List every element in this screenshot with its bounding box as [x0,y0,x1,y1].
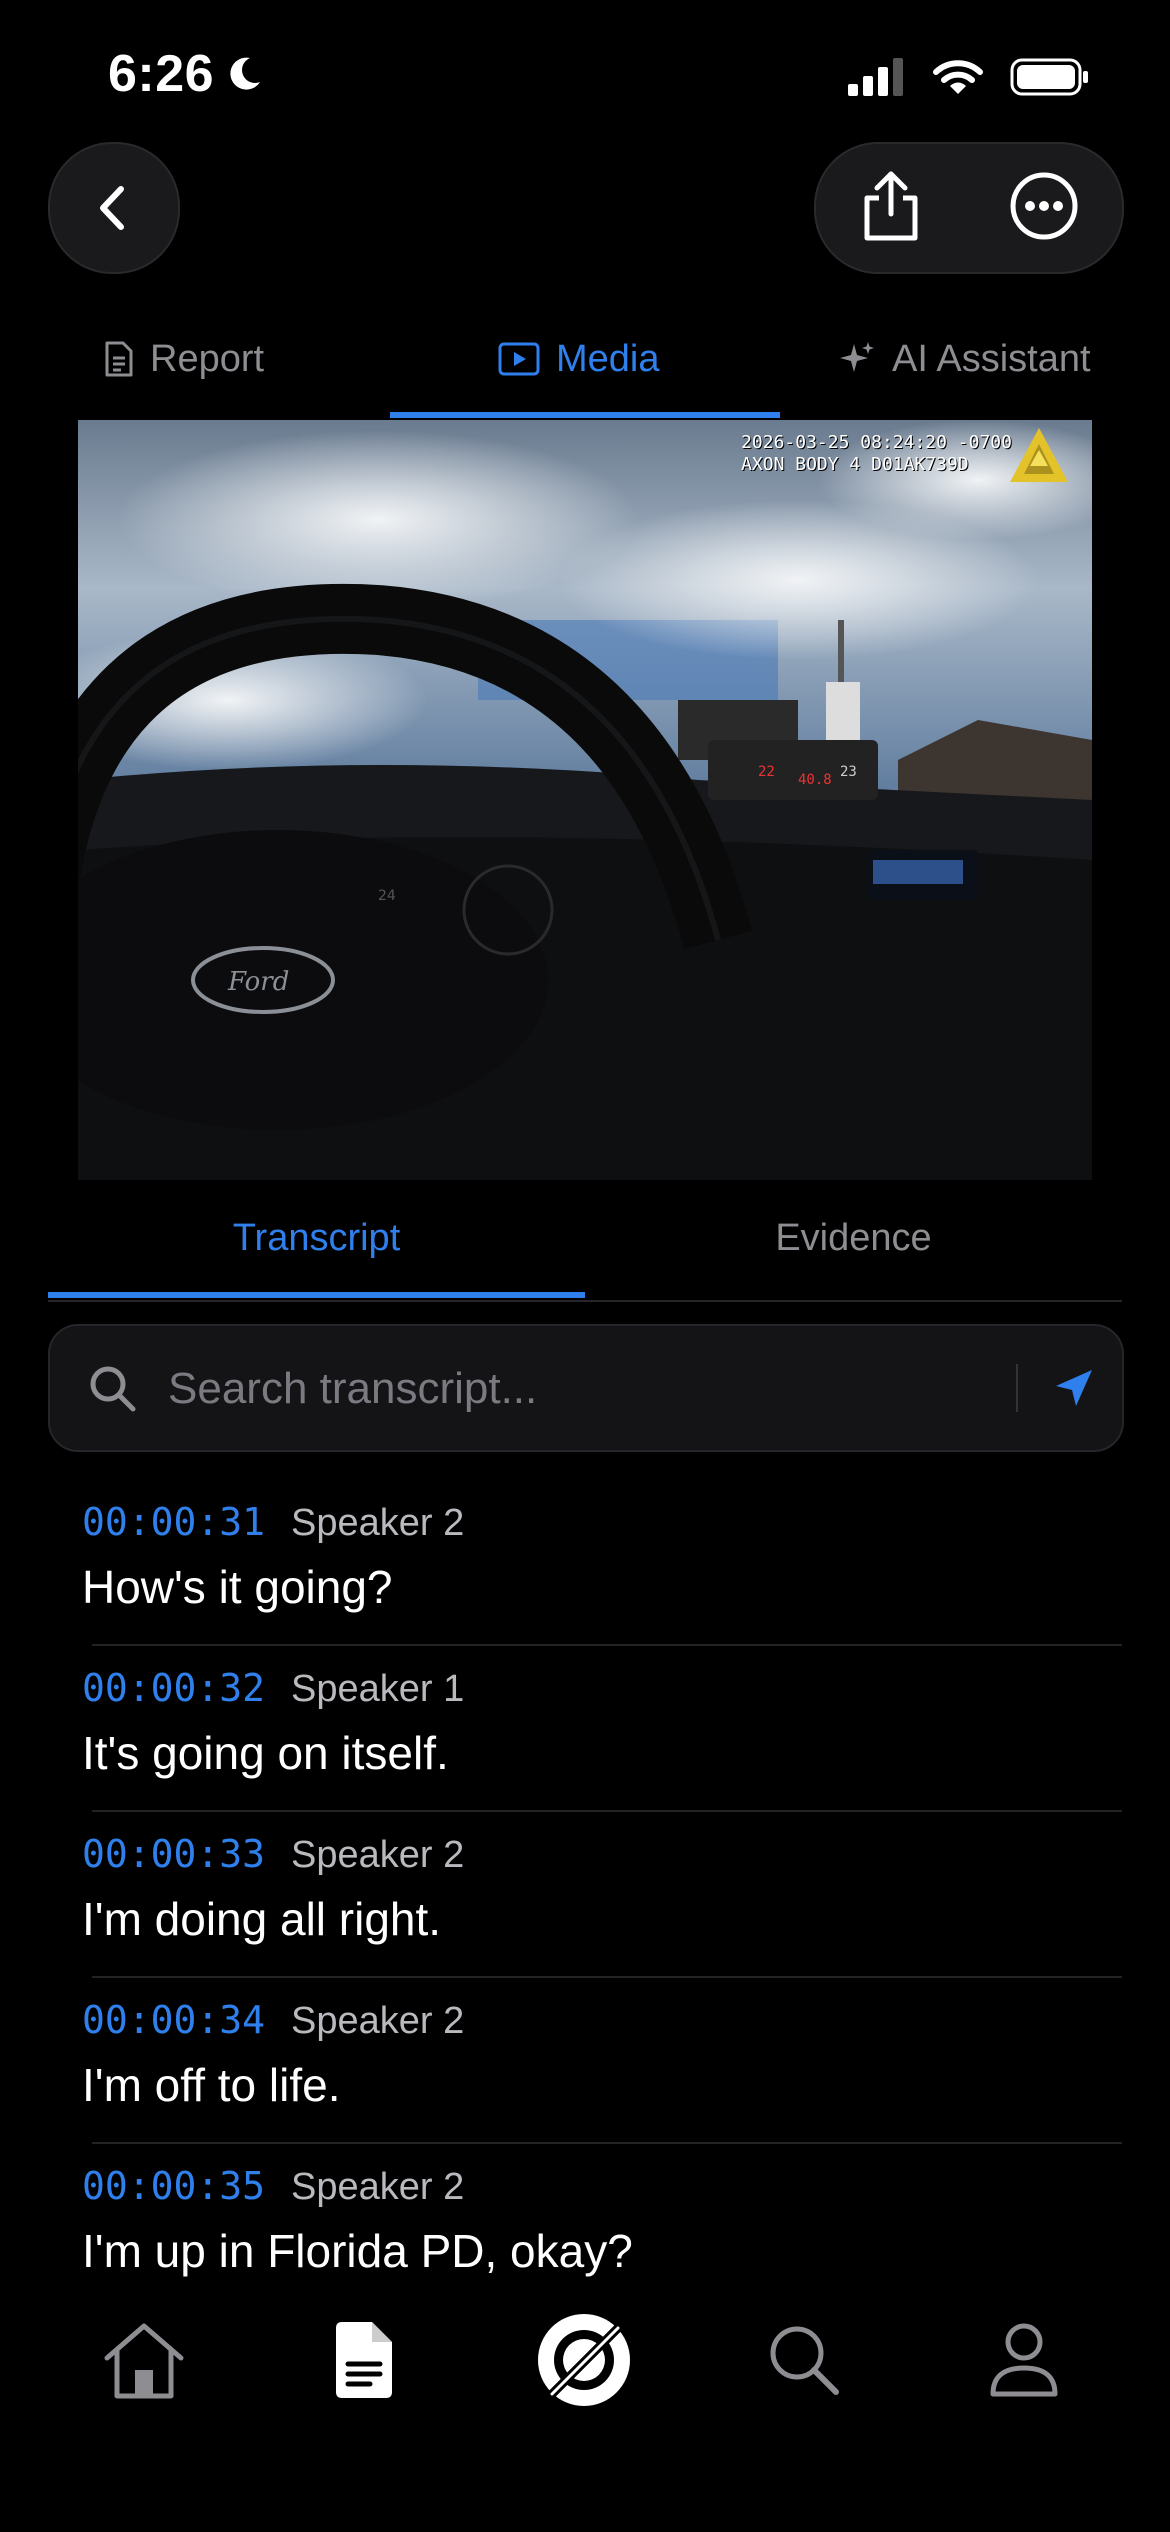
nav-reports[interactable] [304,2300,424,2420]
video-scene: 22 40.8 23 Ford 24 [78,420,1092,1180]
transcript-entry[interactable]: 00:00:35 Speaker 2 I'm up in Florida PD, … [0,2144,1170,2280]
tab-transcript[interactable]: Transcript [48,1180,585,1296]
speaker-label: Speaker 2 [291,2166,465,2208]
search-divider [1016,1364,1018,1412]
document-icon [336,2322,392,2398]
speaker-label: Speaker 2 [291,2000,465,2042]
svg-text:24: 24 [378,888,396,904]
sub-tab-indicator [48,1292,585,1298]
svg-text:Ford: Ford [227,967,289,997]
search-icon [90,1366,136,1412]
sparkle-icon [840,342,874,372]
back-icon [100,186,124,230]
video-overlay: 2026-03-25 08:24:20 -0700 AXON BODY 4 D0… [741,432,1012,475]
transcript-entry[interactable]: 00:00:33 Speaker 2 I'm doing all right. [0,1812,1170,1978]
more-icon [1010,172,1078,239]
wifi-icon [933,60,983,94]
svg-text:23: 23 [840,764,857,780]
timestamp[interactable]: 00:00:32 [82,1666,265,1710]
battery-icon [1010,58,1088,96]
timestamp[interactable]: 00:00:35 [82,2164,265,2208]
back-button[interactable] [48,142,180,274]
send-button[interactable] [1042,1356,1106,1420]
timestamp[interactable]: 00:00:31 [82,1500,265,1544]
transcript-text: It's going on itself. [82,1727,449,1779]
status-time: 6:26 [108,44,264,104]
signal-icon [848,58,903,96]
nav-search[interactable] [744,2300,864,2420]
transcript-text: How's it going? [82,1561,393,1613]
tab-evidence[interactable]: Evidence [585,1180,1122,1296]
media-icon [498,342,540,376]
search-input[interactable] [166,1354,1030,1424]
transcript-search [48,1324,1124,1452]
speaker-label: Speaker 2 [291,1834,465,1876]
share-button[interactable] [859,170,923,247]
axon-logo-icon [1010,428,1068,482]
bottom-nav [0,2280,1170,2532]
transcript-text: I'm up in Florida PD, okay? [82,2225,633,2277]
search-nav-icon [770,2326,839,2395]
tab-ai-assistant[interactable]: AI Assistant [838,300,1091,418]
timestamp[interactable]: 00:00:33 [82,1832,265,1876]
transcript-text: I'm off to life. [82,2059,341,2111]
transcript-entry[interactable]: 00:00:32 Speaker 1 It's going on itself. [0,1646,1170,1812]
tab-report[interactable]: Report [104,300,264,418]
send-icon [1056,1370,1092,1406]
profile-icon [990,2323,1058,2397]
video-frame: 22 40.8 23 Ford 24 2026-03-25 08:24:20 -… [78,420,1092,1180]
transcript-list: 00:00:31 Speaker 2 How's it going? 00:00:… [0,1480,1170,2280]
record-icon [538,2314,630,2406]
moon-icon [230,57,261,90]
speaker-label: Speaker 2 [291,1502,465,1544]
svg-text:40.8: 40.8 [798,772,832,788]
share-icon [864,171,918,240]
tab-media[interactable]: Media [498,300,660,418]
nav-record[interactable] [524,2300,644,2420]
report-icon [105,341,133,377]
nav-home[interactable] [84,2300,204,2420]
status-indicators [848,58,1090,96]
transcript-text: I'm doing all right. [82,1893,442,1945]
video-player[interactable]: 22 40.8 23 Ford 24 2026-03-25 08:24:20 -… [0,420,1170,1180]
speaker-label: Speaker 1 [291,1668,465,1710]
action-pill [814,142,1124,274]
svg-text:22: 22 [758,764,775,780]
home-icon [104,2323,184,2399]
sub-tabs: Transcript Evidence [48,1180,1122,1302]
top-tabs: Report Media AI Assistant [0,300,1170,422]
timestamp[interactable]: 00:00:34 [82,1998,265,2042]
top-tab-indicator [390,412,780,418]
transcript-entry[interactable]: 00:00:31 Speaker 2 How's it going? [0,1480,1170,1646]
transcript-entry[interactable]: 00:00:34 Speaker 2 I'm off to life. [0,1978,1170,2144]
more-button[interactable] [1009,171,1079,246]
nav-profile[interactable] [964,2300,1084,2420]
